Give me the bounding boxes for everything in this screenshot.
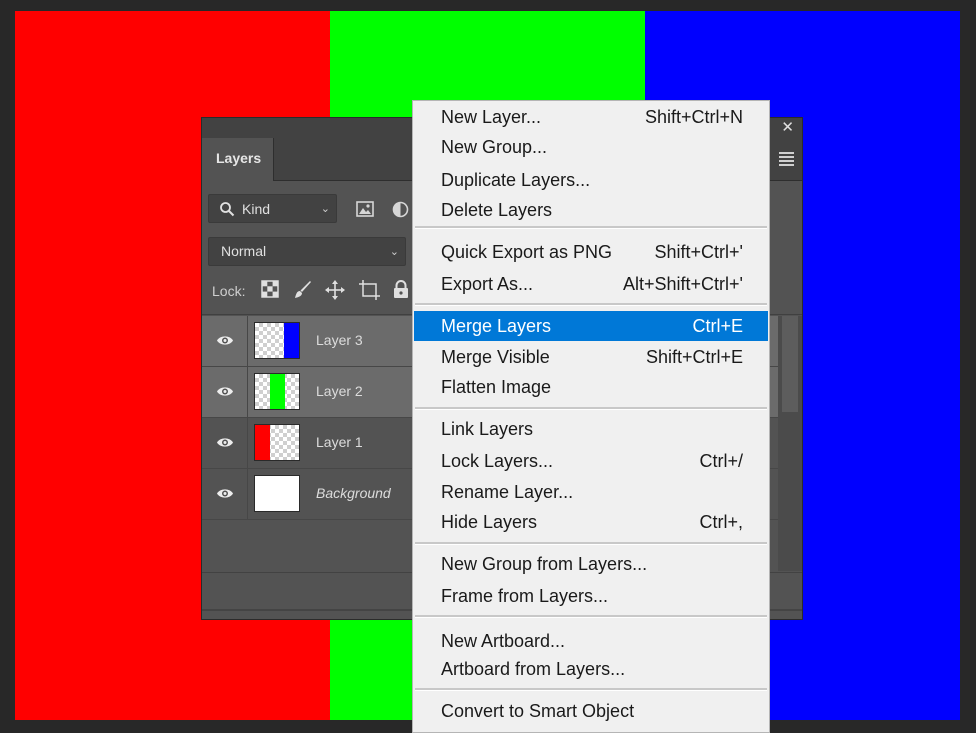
menu-item-new-group-from-layers[interactable]: New Group from Layers...	[414, 549, 768, 579]
visibility-toggle[interactable]	[202, 469, 248, 519]
menu-item-new-artboard[interactable]: New Artboard...	[414, 626, 768, 656]
layer-1-thumb-fill	[255, 425, 270, 460]
blend-mode-label: Normal	[221, 243, 267, 259]
menu-item-quick-export-as-png[interactable]: Quick Export as PNG Shift+Ctrl+'	[414, 237, 768, 267]
image-filter-icon[interactable]	[356, 201, 374, 217]
menu-item-label: New Layer...	[441, 107, 542, 127]
eye-icon[interactable]	[216, 334, 234, 347]
filter-kind-label: Kind	[242, 201, 271, 217]
menu-item-export-as[interactable]: Export As... Alt+Shift+Ctrl+'	[414, 269, 768, 299]
menu-item-shortcut: Ctrl+,	[699, 512, 743, 532]
menu-item-label: New Artboard...	[441, 631, 566, 651]
menu-item-link-layers[interactable]: Link Layers	[414, 414, 768, 444]
menu-separator	[415, 615, 767, 618]
menu-item-label: New Group...	[441, 137, 548, 157]
menu-item-label: Delete Layers	[441, 200, 553, 220]
menu-item-label: Convert to Smart Object	[441, 701, 635, 721]
menu-item-duplicate-layers[interactable]: Duplicate Layers...	[414, 165, 768, 195]
search-icon	[220, 202, 235, 217]
menu-item-label: Duplicate Layers...	[441, 170, 591, 190]
menu-item-label: Lock Layers...	[441, 451, 554, 471]
menu-item-artboard-from-layers[interactable]: Artboard from Layers...	[414, 654, 768, 684]
layer-thumbnail[interactable]	[254, 475, 300, 512]
artboard-lock-icon[interactable]	[359, 280, 380, 300]
menu-item-lock-layers[interactable]: Lock Layers... Ctrl+/	[414, 446, 768, 476]
brush-icon[interactable]	[293, 280, 313, 300]
menu-item-label: Rename Layer...	[441, 482, 574, 502]
menu-item-merge-layers[interactable]: Merge Layers Ctrl+E	[414, 311, 768, 341]
adjustment-filter-icon[interactable]	[392, 201, 409, 218]
filter-kind-select[interactable]: Kind ⌄	[208, 194, 337, 223]
layer-name[interactable]: Layer 1	[316, 434, 363, 450]
layer-thumbnail[interactable]	[254, 322, 300, 359]
menu-item-label: Merge Visible	[441, 347, 550, 367]
menu-item-shortcut: Shift+Ctrl+E	[645, 347, 743, 367]
scrollbar-thumb[interactable]	[782, 316, 798, 412]
menu-item-frame-from-layers[interactable]: Frame from Layers...	[414, 581, 768, 611]
layer-name[interactable]: Layer 3	[316, 332, 363, 348]
menu-item-label: New Group from Layers...	[441, 554, 648, 574]
menu-item-label: Flatten Image	[441, 377, 552, 397]
move-icon[interactable]	[325, 280, 345, 300]
lock-label: Lock:	[212, 283, 246, 299]
chevron-down-icon: ⌄	[320, 203, 330, 215]
layer-name[interactable]: Layer 2	[316, 383, 363, 399]
menu-item-label: Frame from Layers...	[441, 586, 609, 606]
menu-item-shortcut: Shift+Ctrl+N	[644, 107, 743, 127]
menu-item-label: Hide Layers	[441, 512, 538, 532]
lock-icon[interactable]	[393, 280, 409, 299]
menu-item-flatten-image[interactable]: Flatten Image	[414, 372, 768, 402]
layer-context-menu: New Layer... Shift+Ctrl+N New Group... Dupl…	[412, 100, 770, 733]
visibility-toggle[interactable]	[202, 418, 248, 468]
menu-item-label: Quick Export as PNG	[441, 242, 613, 262]
menu-item-hide-layers[interactable]: Hide Layers Ctrl+,	[414, 507, 768, 537]
layer-thumbnail[interactable]	[254, 373, 300, 410]
menu-item-new-group[interactable]: New Group...	[414, 132, 768, 162]
menu-item-shortcut: Shift+Ctrl+'	[654, 242, 743, 262]
eye-icon[interactable]	[216, 487, 234, 500]
menu-item-rename-layer[interactable]: Rename Layer...	[414, 477, 768, 507]
menu-item-label: Artboard from Layers...	[441, 659, 626, 679]
menu-item-delete-layers[interactable]: Delete Layers	[414, 195, 768, 225]
menu-separator	[415, 688, 767, 691]
eye-icon[interactable]	[216, 385, 234, 398]
menu-separator	[415, 303, 767, 306]
menu-item-shortcut: Ctrl+E	[692, 316, 743, 336]
tab-layers[interactable]: Layers	[202, 138, 274, 181]
chevron-down-icon: ⌄	[389, 246, 399, 258]
menu-item-label: Merge Layers	[441, 316, 552, 336]
close-icon[interactable]: ✕	[781, 120, 794, 136]
menu-item-new-layer[interactable]: New Layer... Shift+Ctrl+N	[414, 102, 768, 132]
menu-item-convert-to-smart-object[interactable]: Convert to Smart Object	[414, 696, 768, 726]
menu-separator	[415, 226, 767, 229]
menu-separator	[415, 407, 767, 410]
menu-item-label: Link Layers	[441, 419, 534, 439]
menu-item-label: Export As...	[441, 274, 534, 294]
blend-mode-select[interactable]: Normal ⌄	[208, 237, 406, 266]
layer-2-thumb-fill	[270, 374, 285, 409]
panel-menu-icon[interactable]	[779, 152, 794, 168]
menu-separator	[415, 542, 767, 545]
visibility-toggle[interactable]	[202, 367, 248, 417]
menu-item-merge-visible[interactable]: Merge Visible Shift+Ctrl+E	[414, 342, 768, 372]
visibility-toggle[interactable]	[202, 316, 248, 366]
layer-thumbnail[interactable]	[254, 424, 300, 461]
menu-item-shortcut: Alt+Shift+Ctrl+'	[623, 274, 743, 294]
layer-3-thumb-fill	[284, 323, 299, 358]
layer-name[interactable]: Background	[316, 485, 391, 501]
lock-transparent-pixels-icon[interactable]	[261, 280, 279, 298]
menu-item-shortcut: Ctrl+/	[699, 451, 743, 471]
eye-icon[interactable]	[216, 436, 234, 449]
